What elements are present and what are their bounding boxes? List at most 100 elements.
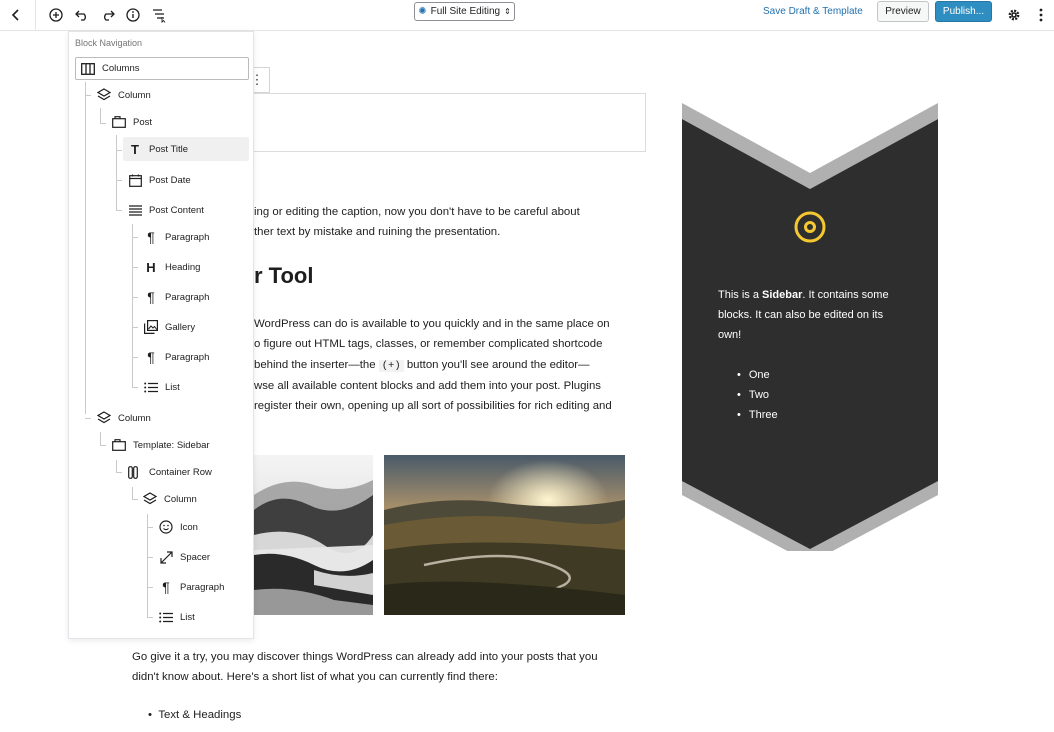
- sidebar-list-item: Two: [737, 385, 778, 405]
- tree-line: [116, 472, 122, 473]
- undo-icon[interactable]: [70, 3, 94, 27]
- nav-item-paragraph[interactable]: ¶ Paragraph: [144, 345, 209, 369]
- inline-code: (+): [378, 359, 404, 372]
- tree-line: [116, 150, 122, 151]
- nav-item-spacer[interactable]: Spacer: [159, 545, 210, 569]
- list-item-text-headings[interactable]: • Text & Headings: [148, 709, 241, 721]
- paragraph-line: behind the inserter—the (+) button you'l…: [254, 355, 612, 376]
- nav-item-heading[interactable]: H Heading: [144, 255, 200, 279]
- tree-line: [147, 557, 153, 558]
- tree-line: [132, 297, 138, 298]
- nav-item-gallery[interactable]: Gallery: [144, 315, 195, 339]
- columns-icon: [81, 62, 95, 76]
- nav-item-paragraph[interactable]: ¶ Paragraph: [159, 575, 224, 599]
- paragraph-line: wse all available content blocks and add…: [254, 379, 601, 392]
- more-options-icon[interactable]: [1029, 3, 1053, 27]
- post-icon: [112, 115, 126, 129]
- nav-item-list[interactable]: List: [159, 605, 195, 629]
- nav-item-column[interactable]: Column: [97, 406, 151, 430]
- nav-item-columns[interactable]: Columns: [75, 57, 249, 80]
- save-draft-button[interactable]: Save Draft & Template: [763, 6, 863, 17]
- nav-item-post-content[interactable]: Post Content: [128, 198, 204, 222]
- sidebar-list[interactable]: One Two Three: [737, 365, 778, 425]
- nav-item-label: Template: Sidebar: [133, 439, 210, 451]
- nav-item-label: Spacer: [180, 551, 211, 563]
- paragraph-3[interactable]: Go give it a try, you may discover thing…: [132, 647, 598, 688]
- nav-item-list[interactable]: List: [144, 375, 180, 399]
- calendar-icon: [128, 173, 142, 187]
- add-block-icon[interactable]: [44, 3, 68, 27]
- nav-item-paragraph[interactable]: ¶ Paragraph: [144, 285, 209, 309]
- nav-item-label: Columns: [102, 63, 140, 74]
- gallery-image-misty-forest[interactable]: [254, 455, 373, 615]
- nav-item-post-title[interactable]: T Post Title: [123, 137, 249, 161]
- sidebar-paragraph[interactable]: This is a Sidebar. It contains some bloc…: [718, 285, 908, 345]
- content-icon: [128, 203, 142, 217]
- nav-item-column[interactable]: Column: [143, 487, 197, 511]
- tree-line: [132, 267, 138, 268]
- gallery-icon: [144, 320, 158, 334]
- publish-button[interactable]: Publish...: [935, 1, 992, 22]
- nav-item-label: Paragraph: [165, 351, 210, 363]
- nav-item-icon[interactable]: Icon: [159, 515, 198, 539]
- paragraph-line: WordPress can do is available to you qui…: [254, 318, 610, 330]
- preview-button[interactable]: Preview: [877, 1, 929, 22]
- nav-item-label: Post: [133, 116, 153, 128]
- post-title-block[interactable]: [245, 93, 646, 152]
- nav-item-template-sidebar[interactable]: Template: Sidebar: [112, 433, 210, 457]
- paragraph-1[interactable]: ing or editing the caption, now you don'…: [254, 202, 580, 243]
- paragraph-line: Go give it a try, you may discover thing…: [132, 651, 598, 663]
- sidebar-list-item: One: [737, 365, 778, 385]
- nav-item-label: Container Row: [149, 466, 212, 478]
- sidebar-list-item: Three: [737, 405, 778, 425]
- nav-item-column[interactable]: Column: [97, 83, 151, 107]
- tree-line: [132, 237, 138, 238]
- tree-line: [116, 135, 117, 211]
- nav-item-label: Post Title: [149, 143, 189, 155]
- tree-line: [132, 357, 138, 358]
- template-icon: [112, 438, 126, 452]
- paragraph-icon: ¶: [162, 579, 170, 595]
- nav-item-container-row[interactable]: Container Row: [128, 460, 212, 484]
- tree-line: [100, 108, 101, 124]
- nav-item-paragraph[interactable]: ¶ Paragraph: [144, 225, 209, 249]
- tree-line: [132, 387, 138, 388]
- gear-icon[interactable]: [1002, 3, 1026, 27]
- nav-item-label: Paragraph: [180, 581, 225, 593]
- container-row-icon: [128, 465, 142, 479]
- nav-item-post[interactable]: Post: [112, 110, 152, 134]
- block-navigation-title: Block Navigation: [75, 38, 143, 48]
- target-icon[interactable]: [793, 210, 827, 244]
- tree-line: [85, 95, 91, 96]
- paragraph-line: ing or editing the caption, now you don'…: [254, 206, 580, 218]
- site-editing-label: Full Site Editing: [430, 6, 501, 17]
- redo-icon[interactable]: [96, 3, 120, 27]
- paragraph-line: ther text by mistake and ruining the pre…: [254, 226, 501, 239]
- title-icon: T: [131, 141, 139, 157]
- block-navigation-icon[interactable]: [147, 3, 171, 27]
- nav-item-label: Post Date: [149, 174, 191, 186]
- smiley-icon: [159, 520, 173, 534]
- nav-item-post-date[interactable]: Post Date: [128, 168, 191, 192]
- paragraph-line: didn't know about. Here's a short list o…: [132, 671, 498, 684]
- nav-item-label: Heading: [165, 261, 201, 273]
- paragraph-2[interactable]: WordPress can do is available to you qui…: [254, 314, 612, 416]
- nav-item-label: List: [180, 611, 195, 623]
- editor-toolbar: ✺ Full Site Editing ⇕ Save Draft & Templ…: [0, 0, 1054, 31]
- full-site-editing-select[interactable]: ✺ Full Site Editing ⇕: [414, 2, 515, 21]
- column-icon: [97, 411, 111, 425]
- tree-line: [100, 432, 101, 446]
- nav-item-label: List: [165, 381, 180, 393]
- tree-line: [100, 123, 106, 124]
- content-heading[interactable]: r Tool: [254, 263, 313, 289]
- back-icon[interactable]: [4, 3, 28, 27]
- spacer-icon: [159, 550, 173, 564]
- tree-line: [147, 617, 153, 618]
- nav-item-label: Icon: [180, 521, 198, 533]
- nav-item-label: Post Content: [149, 204, 204, 216]
- info-icon[interactable]: [121, 3, 145, 27]
- column-icon: [97, 88, 111, 102]
- nav-item-label: Column: [118, 412, 151, 424]
- tree-line: [147, 514, 148, 618]
- gallery-image-sunset-valley[interactable]: [384, 455, 625, 615]
